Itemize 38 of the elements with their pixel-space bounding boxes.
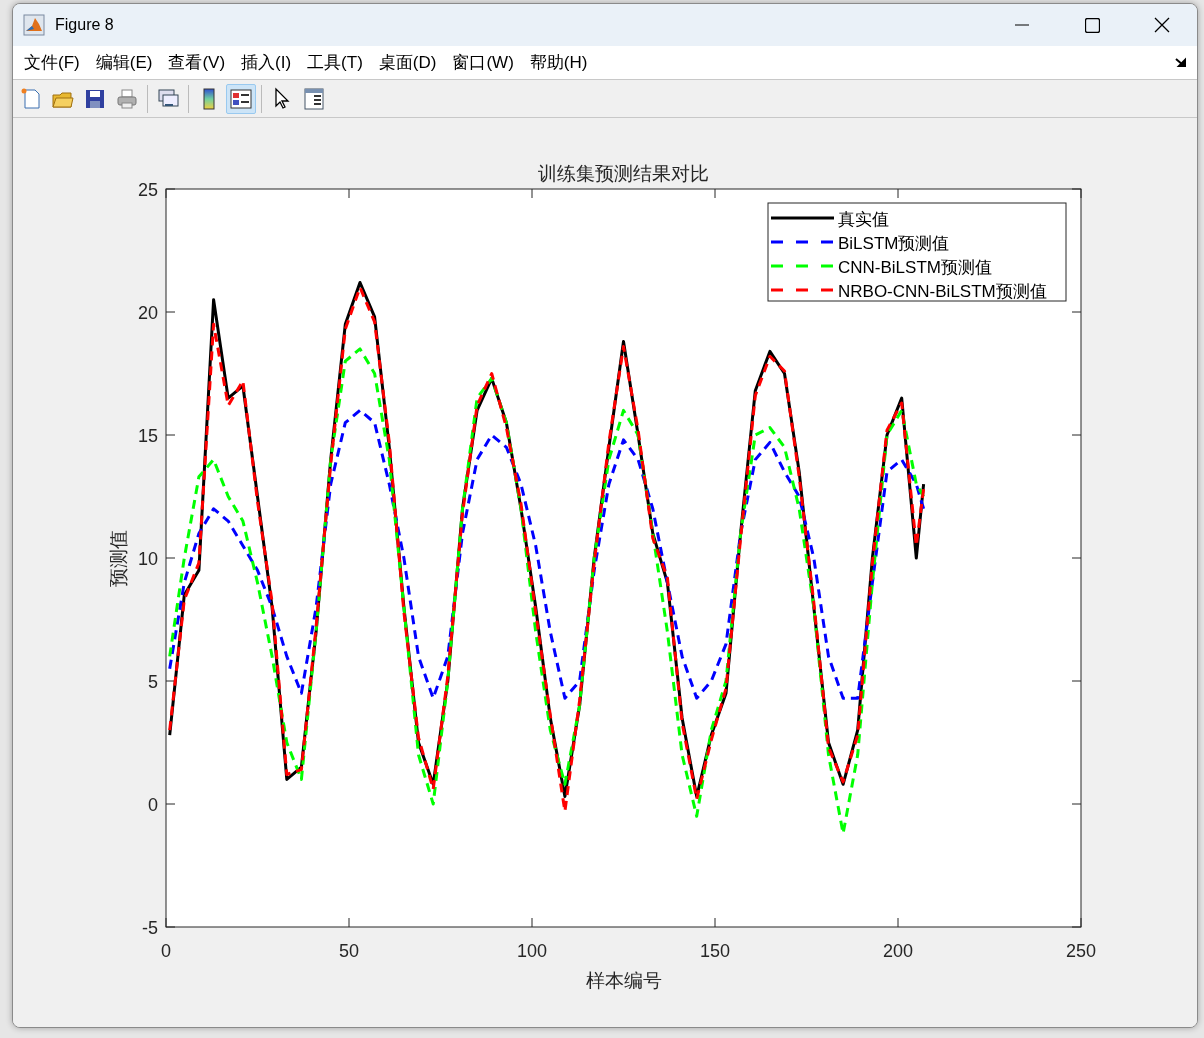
- legend-label: NRBO-CNN-BiLSTM预测值: [838, 282, 1047, 301]
- y-tick-label: 20: [137, 303, 158, 323]
- menu-item[interactable]: 工具(T): [299, 51, 371, 74]
- y-tick-label: 0: [148, 795, 158, 815]
- y-axis-label: 预测值: [108, 529, 129, 587]
- x-tick-label: 150: [700, 941, 730, 961]
- printer-icon: [115, 86, 139, 111]
- new-file-icon: [19, 86, 43, 111]
- y-tick-label: 10: [137, 549, 158, 569]
- dock-arrow-icon[interactable]: [1175, 56, 1187, 69]
- legend-label: CNN-BiLSTM预测值: [838, 258, 992, 277]
- property-inspector-icon: [302, 86, 326, 111]
- maximize-icon: [1084, 17, 1100, 33]
- close-icon: [1154, 17, 1170, 33]
- app-icon: [23, 14, 45, 36]
- menu-item[interactable]: 帮助(H): [521, 51, 596, 74]
- menu-item[interactable]: 查看(V): [160, 51, 234, 74]
- x-axis-label: 样本编号: [585, 970, 662, 991]
- menu-item[interactable]: 文件(F): [16, 51, 88, 74]
- x-tick-label: 250: [1066, 941, 1096, 961]
- x-tick-label: 50: [339, 941, 359, 961]
- y-tick-label: -5: [142, 918, 158, 938]
- y-tick-label: 25: [137, 180, 158, 200]
- menu-item[interactable]: 桌面(D): [370, 51, 445, 74]
- x-tick-label: 100: [517, 941, 547, 961]
- legend-label: 真实值: [838, 210, 889, 229]
- menu-item[interactable]: 窗口(W): [444, 51, 522, 74]
- y-tick-label: 15: [137, 426, 158, 446]
- menu-item[interactable]: 插入(I): [233, 51, 300, 74]
- x-tick-label: 200: [883, 941, 913, 961]
- chart-title: 训练集预测结果对比: [538, 163, 709, 184]
- window-title: Figure 8: [55, 16, 115, 34]
- y-tick-label: 5: [148, 672, 158, 692]
- legend-button[interactable]: [226, 83, 256, 114]
- menu-item[interactable]: 编辑(E): [87, 51, 161, 74]
- x-tick-label: 0: [161, 941, 171, 961]
- legend-label: BiLSTM预测值: [838, 234, 950, 253]
- legend-icon: [229, 86, 253, 111]
